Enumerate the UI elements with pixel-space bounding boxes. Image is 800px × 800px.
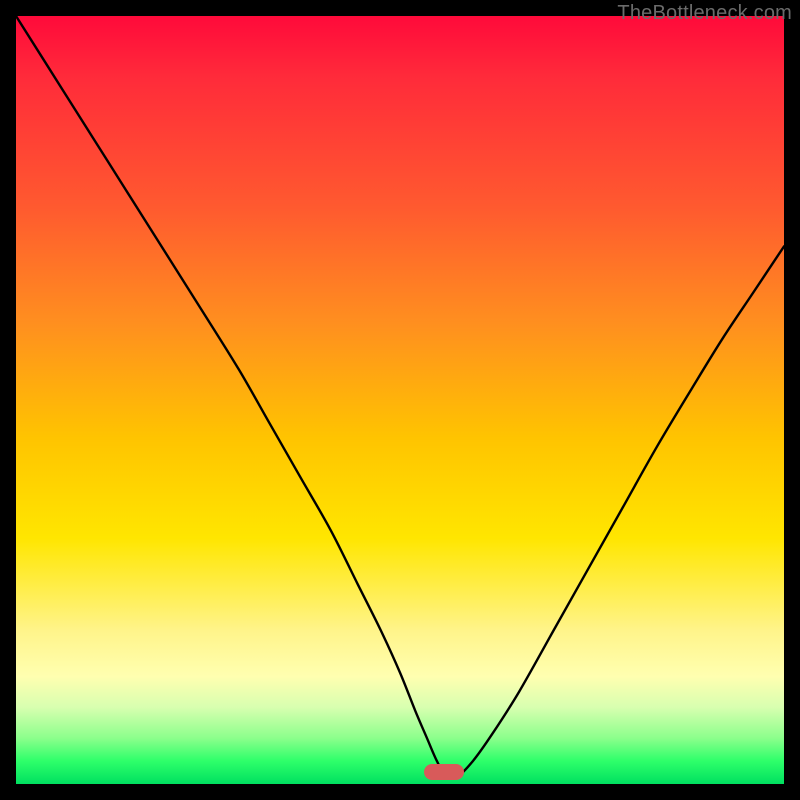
chart-frame: TheBottleneck.com (0, 0, 800, 800)
bottleneck-curve (16, 16, 784, 778)
curve-layer (16, 16, 784, 784)
dip-marker (424, 764, 464, 780)
watermark-text: TheBottleneck.com (617, 2, 792, 25)
plot-area (16, 16, 784, 784)
